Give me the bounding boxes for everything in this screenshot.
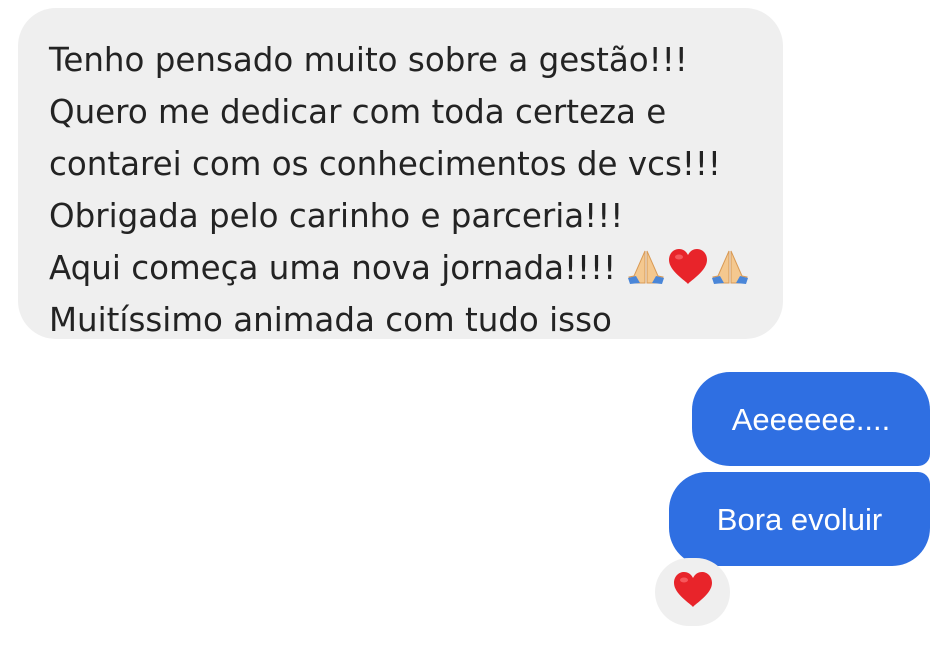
incoming-message-bubble[interactable]: Tenho pensado muito sobre a gestão!!! Qu… [18,8,783,339]
outgoing-message-bubble[interactable]: Bora evoluir [669,472,930,566]
message-line: Muitíssimo animada com tudo isso [49,301,612,339]
outgoing-message-text: Aeeeeee.... [731,401,891,437]
message-line-text: Aqui começa uma nova jornada!!!! [49,249,617,287]
red-heart-icon [671,570,715,614]
message-line: Tenho pensado muito sobre a gestão!!! [49,41,688,79]
outgoing-message-bubble[interactable]: Aeeeeee.... [692,372,930,466]
message-line: contarei com os conhecimentos de vcs!!! [49,145,721,183]
folded-hands-icon [710,247,750,287]
message-line: Obrigada pelo carinho e parceria!!! [49,197,624,235]
message-line-with-emojis: Aqui começa uma nova jornada!!!! [49,242,763,294]
message-reaction[interactable] [655,558,730,626]
folded-hands-icon [626,247,666,287]
message-line: Quero me dedicar com toda certeza e [49,93,667,131]
emoji-group [626,247,750,287]
red-heart-icon [666,247,710,287]
outgoing-message-text: Bora evoluir [716,501,883,537]
